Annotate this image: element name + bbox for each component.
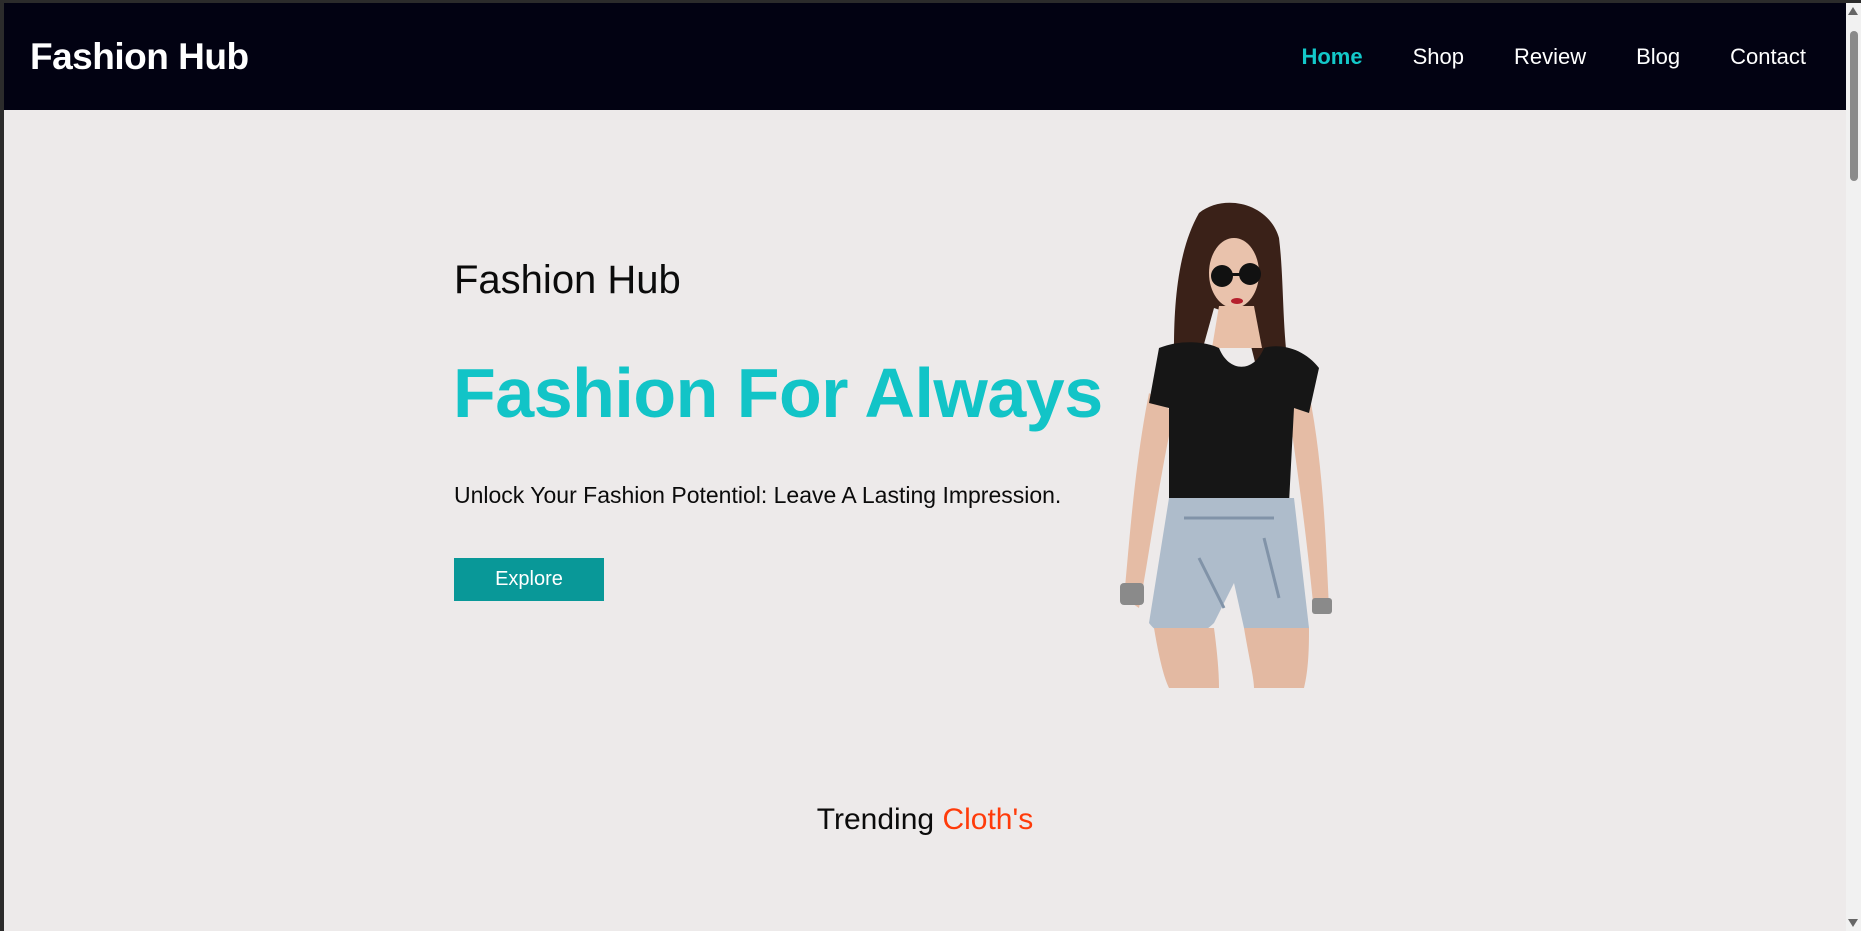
nav-contact[interactable]: Contact — [1730, 44, 1806, 70]
nav-home[interactable]: Home — [1301, 44, 1362, 70]
model-photo — [1120, 202, 1332, 688]
page-viewport: Fashion Hub Home Shop Review Blog Contac… — [4, 3, 1846, 931]
hero-title: Fashion For Always — [453, 354, 1103, 432]
top-navbar: Fashion Hub Home Shop Review Blog Contac… — [4, 3, 1846, 110]
explore-button[interactable]: Explore — [454, 558, 604, 601]
brand-logo[interactable]: Fashion Hub — [30, 36, 249, 78]
hero-subtitle: Fashion Hub — [454, 258, 681, 302]
nav-blog[interactable]: Blog — [1636, 44, 1680, 70]
scroll-down-arrow-icon[interactable] — [1848, 919, 1858, 927]
page-scrollbar[interactable] — [1846, 3, 1861, 931]
scroll-up-arrow-icon[interactable] — [1848, 7, 1858, 15]
trending-heading: Trending Cloth's — [4, 803, 1846, 837]
nav-shop[interactable]: Shop — [1413, 44, 1464, 70]
hero-tagline: Unlock Your Fashion Potentiol: Leave A L… — [454, 482, 1062, 508]
nav-review[interactable]: Review — [1514, 44, 1586, 70]
main-nav: Home Shop Review Blog Contact — [1301, 44, 1820, 70]
trending-accent: Cloth's — [942, 803, 1034, 836]
trending-prefix: Trending — [816, 803, 935, 836]
scroll-thumb[interactable] — [1850, 31, 1858, 181]
